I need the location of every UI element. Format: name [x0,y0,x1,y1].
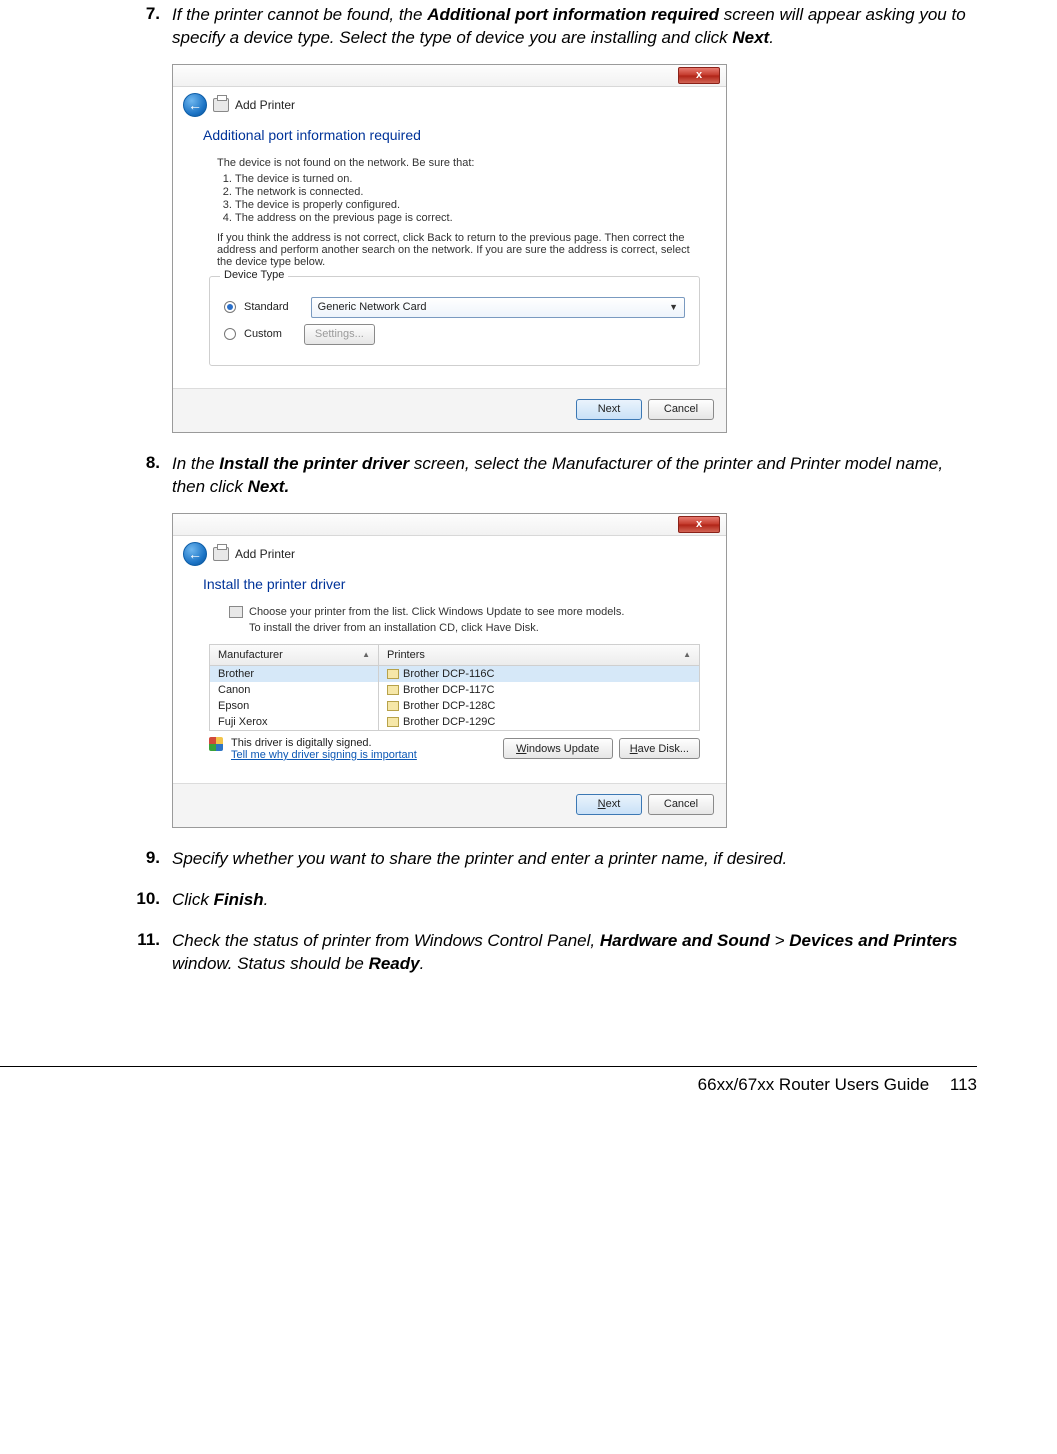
step-text: In the Install the printer driver screen… [172,453,977,499]
page-number: 113 [950,1075,977,1094]
check-item: The network is connected. [235,186,696,198]
footer-title: 66xx/67xx Router Users Guide [698,1075,930,1094]
windows-update-button[interactable]: Windows Update [503,738,613,759]
dialog-hint: If you think the address is not correct,… [217,232,696,268]
list-item[interactable]: Brother [210,666,378,682]
step-text: If the printer cannot be found, the Addi… [172,4,977,50]
shield-icon [209,737,223,751]
dialog-additional-port-info: x ← Add Printer Additional port informat… [172,64,727,433]
manufacturer-list[interactable]: Brother Canon Epson Fuji Xerox [210,666,378,730]
combo-value: Generic Network Card [318,301,427,313]
column-header-manufacturer[interactable]: Manufacturer▲ [210,645,378,666]
column-header-printers[interactable]: Printers▲ [379,645,699,666]
printers-list[interactable]: Brother DCP-116C Brother DCP-117C Brothe… [379,666,699,730]
step-number: 11. [130,930,172,950]
dialog-desc: To install the driver from an installati… [173,622,726,634]
cancel-button[interactable]: Cancel [648,794,714,815]
dialog-title: Install the printer driver [173,570,726,602]
list-item[interactable]: Epson [210,698,378,714]
page-footer: 66xx/67xx Router Users Guide 113 [0,1066,977,1125]
list-item[interactable]: Brother DCP-129C [379,714,699,730]
step-number: 7. [130,4,172,24]
list-item[interactable]: Brother DCP-116C [379,666,699,682]
radio-custom[interactable] [224,328,236,340]
signed-text: This driver is digitally signed. [231,737,417,749]
radio-custom-label: Custom [244,328,282,340]
step-number: 8. [130,453,172,473]
cancel-button[interactable]: Cancel [648,399,714,420]
check-item: The address on the previous page is corr… [235,212,696,224]
have-disk-button[interactable]: Have Disk... [619,738,700,759]
list-item[interactable]: Fuji Xerox [210,714,378,730]
printer-icon [229,606,243,618]
standard-combo[interactable]: Generic Network Card ▼ [311,297,685,318]
printer-item-icon [387,685,399,695]
next-button[interactable]: Next [576,399,642,420]
printer-icon [213,547,229,561]
next-button[interactable]: Next [576,794,642,815]
printer-icon [213,98,229,112]
back-icon[interactable]: ← [183,542,207,566]
why-signing-link[interactable]: Tell me why driver signing is important [231,749,417,761]
sort-icon: ▲ [683,650,691,659]
group-legend: Device Type [220,269,288,281]
sort-icon: ▲ [362,650,370,659]
list-item[interactable]: Brother DCP-117C [379,682,699,698]
close-button[interactable]: x [678,67,720,84]
step-text: Check the status of printer from Windows… [172,930,977,976]
printer-item-icon [387,669,399,679]
step-number: 9. [130,848,172,868]
check-item: The device is properly configured. [235,199,696,211]
printer-item-icon [387,701,399,711]
dialog-title: Additional port information required [173,121,726,153]
step-number: 10. [130,889,172,909]
radio-standard[interactable] [224,301,236,313]
step-text: Click Finish. [172,889,977,912]
dialog-breadcrumb: Add Printer [235,547,295,561]
list-item[interactable]: Canon [210,682,378,698]
back-icon[interactable]: ← [183,93,207,117]
dialog-install-printer-driver: x ← Add Printer Install the printer driv… [172,513,727,828]
chevron-down-icon: ▼ [669,302,678,312]
printer-item-icon [387,717,399,727]
device-type-group: Device Type Standard Generic Network Car… [209,276,700,366]
check-item: The device is turned on. [235,173,696,185]
dialog-intro: The device is not found on the network. … [217,157,696,169]
list-item[interactable]: Brother DCP-128C [379,698,699,714]
radio-standard-label: Standard [244,301,289,313]
dialog-desc: Choose your printer from the list. Click… [173,606,726,618]
close-button[interactable]: x [678,516,720,533]
step-text: Specify whether you want to share the pr… [172,848,977,871]
settings-button[interactable]: Settings... [304,324,375,345]
dialog-breadcrumb: Add Printer [235,98,295,112]
